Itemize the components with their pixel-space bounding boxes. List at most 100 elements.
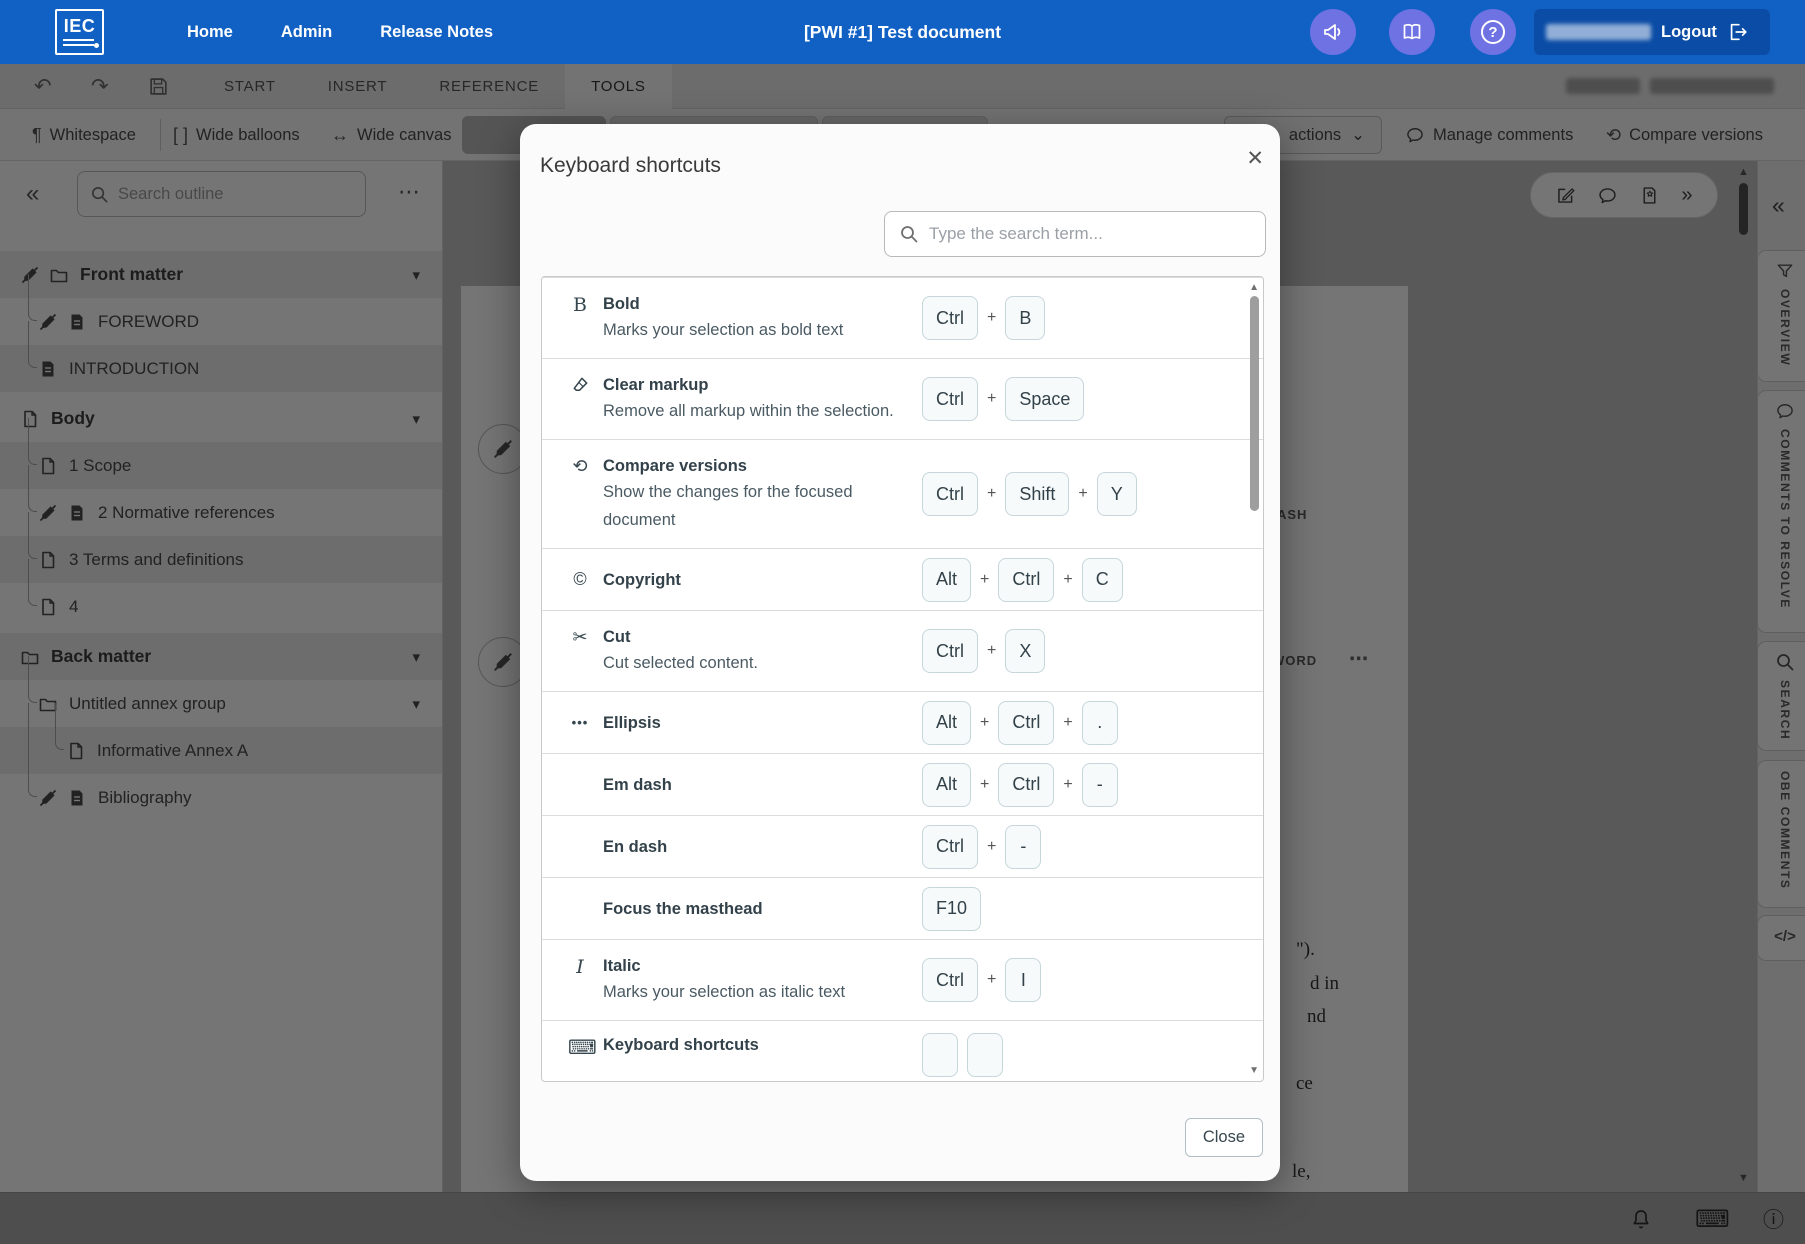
key-cap: Ctrl [922, 958, 978, 1002]
ellipsis-icon: ••• [568, 715, 592, 730]
announcements-button[interactable] [1310, 9, 1356, 55]
plus-separator: + [987, 485, 996, 503]
shortcut-row-ellipsis: ••• Ellipsis Alt + Ctrl + . [542, 691, 1263, 753]
main-nav: Home Admin Release Notes [187, 0, 493, 64]
plus-separator: + [987, 642, 996, 660]
logout-button[interactable]: Logout [1534, 9, 1770, 55]
key-cap: - [1082, 763, 1118, 807]
shortcut-row-em-dash: Em dash Alt + Ctrl + - [542, 753, 1263, 815]
shortcut-row-keyboard-shortcuts: ⌨ Keyboard shortcuts [542, 1020, 1263, 1082]
shortcut-keys: Alt + Ctrl + C [922, 558, 1123, 602]
shortcut-row-copyright: © Copyright Alt + Ctrl + C [542, 548, 1263, 610]
modal-title: Keyboard shortcuts [540, 154, 721, 178]
help-button[interactable]: ? [1470, 9, 1516, 55]
key-cap: I [1005, 958, 1041, 1002]
shortcut-desc: Show the changes for the focused documen… [603, 478, 898, 534]
key-cap: . [1082, 701, 1118, 745]
key-cap: Ctrl [922, 377, 978, 421]
key-cap: Alt [922, 558, 971, 602]
nav-admin[interactable]: Admin [281, 23, 332, 42]
shortcut-row-bold: B Bold Marks your selection as bold text… [542, 277, 1263, 358]
copyright-icon: © [568, 569, 592, 590]
plus-separator: + [987, 838, 996, 856]
key-cap: Space [1005, 377, 1084, 421]
key-cap: Alt [922, 701, 971, 745]
plus-separator: + [1063, 776, 1072, 794]
shortcut-keys [922, 1033, 1003, 1077]
shortcut-search [884, 211, 1266, 257]
shortcut-title: Compare versions [603, 454, 898, 478]
shortcut-desc: Marks your selection as italic text [603, 978, 845, 1006]
key-cap: Y [1097, 472, 1137, 516]
key-cap [967, 1033, 1003, 1077]
key-cap: Ctrl [922, 629, 978, 673]
plus-separator: + [1063, 571, 1072, 589]
key-cap: Alt [922, 763, 971, 807]
key-cap: B [1005, 296, 1045, 340]
shortcut-title: En dash [603, 835, 667, 859]
shortcut-title: Focus the masthead [603, 897, 763, 921]
documentation-button[interactable] [1389, 9, 1435, 55]
key-cap [922, 1033, 958, 1077]
plus-separator: + [980, 714, 989, 732]
shortcut-keys: Ctrl + Space [922, 377, 1084, 421]
plus-separator: + [980, 776, 989, 794]
shortcut-desc: Remove all markup within the selection. [603, 397, 894, 425]
shortcut-row-clear-markup: Clear markup Remove all markup within th… [542, 358, 1263, 439]
shortcut-desc: Marks your selection as bold text [603, 316, 843, 344]
key-cap: C [1082, 558, 1123, 602]
history-icon: ⟲ [568, 456, 592, 477]
key-cap: X [1005, 629, 1045, 673]
shortcut-keys: Ctrl + Shift + Y [922, 472, 1137, 516]
shortcut-row-cut: ✂ Cut Cut selected content. Ctrl + X [542, 610, 1263, 691]
key-cap: Ctrl [998, 763, 1054, 807]
plus-separator: + [980, 571, 989, 589]
shortcut-keys: Ctrl + B [922, 296, 1045, 340]
shortcut-title: Keyboard shortcuts [603, 1033, 759, 1057]
shortcut-title: Copyright [603, 568, 681, 592]
eraser-icon [568, 375, 592, 399]
iec-logo[interactable]: IEC [55, 9, 104, 55]
logout-label: Logout [1661, 23, 1717, 42]
nav-home[interactable]: Home [187, 23, 233, 42]
shortcut-keys: Alt + Ctrl + . [922, 701, 1118, 745]
key-cap: Ctrl [922, 472, 978, 516]
plus-separator: + [987, 971, 996, 989]
list-scroll-up-arrow[interactable]: ▲ [1249, 282, 1259, 293]
shortcut-title: Bold [603, 292, 843, 316]
shortcut-row-en-dash: En dash Ctrl + - [542, 815, 1263, 877]
key-cap: F10 [922, 887, 981, 931]
shortcut-list: ▲ ▼ B Bold Marks your selection as bold … [541, 276, 1264, 1082]
shortcut-row-focus-masthead: Focus the masthead F10 [542, 877, 1263, 939]
nav-release-notes[interactable]: Release Notes [380, 23, 493, 42]
shortcut-row-italic: I Italic Marks your selection as italic … [542, 939, 1263, 1020]
shortcut-keys: Ctrl + - [922, 825, 1041, 869]
list-scrollbar-thumb[interactable] [1250, 296, 1259, 511]
bold-icon: B [568, 294, 592, 316]
shortcut-keys: Ctrl + X [922, 629, 1045, 673]
shortcut-desc: Cut selected content. [603, 649, 758, 677]
megaphone-icon [1321, 20, 1345, 44]
shortcut-row-compare-versions: ⟲ Compare versions Show the changes for … [542, 439, 1263, 548]
app-window: ASH WORD ⋯ "). d in nd ce le, IEC Home A… [0, 0, 1805, 1244]
key-cap: Ctrl [998, 558, 1054, 602]
plus-separator: + [1078, 485, 1087, 503]
search-icon [899, 224, 919, 244]
scissors-icon: ✂ [568, 627, 592, 648]
italic-icon: I [568, 956, 592, 978]
top-header: IEC Home Admin Release Notes [PWI #1] Te… [0, 0, 1805, 64]
book-icon [1400, 20, 1424, 44]
shortcut-title: Em dash [603, 773, 672, 797]
key-cap: - [1005, 825, 1041, 869]
list-scroll-down-arrow[interactable]: ▼ [1249, 1065, 1259, 1076]
key-cap: Ctrl [998, 701, 1054, 745]
shortcut-title: Cut [603, 625, 758, 649]
logo-bars [63, 39, 94, 46]
modal-close-button[interactable]: Close [1185, 1118, 1263, 1157]
key-cap: Ctrl [922, 296, 978, 340]
shortcut-title: Italic [603, 954, 845, 978]
shortcut-search-input[interactable] [929, 224, 1251, 244]
modal-close-icon-button[interactable]: ✕ [1246, 146, 1264, 171]
keyboard-shortcuts-modal: Keyboard shortcuts ✕ ▲ ▼ B Bold Marks yo… [520, 124, 1280, 1181]
shortcut-keys: Ctrl + I [922, 958, 1041, 1002]
